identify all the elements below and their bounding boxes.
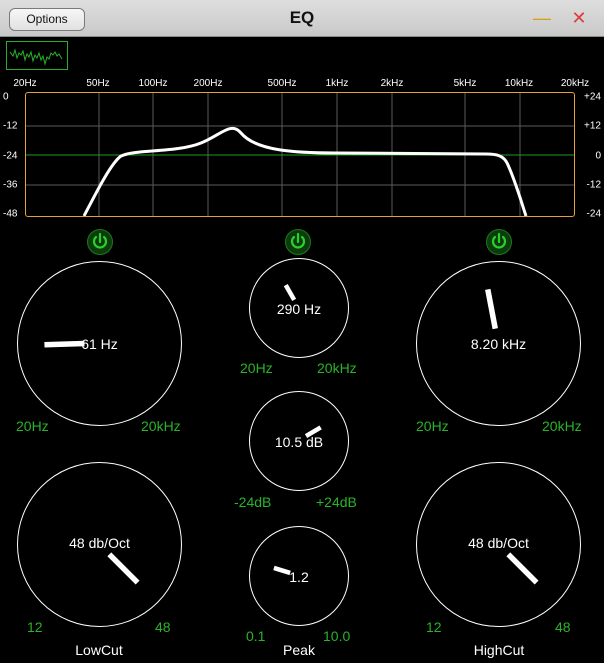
title-bar: Options EQ — ✕ bbox=[0, 0, 604, 37]
freq-label: 20Hz bbox=[13, 78, 37, 89]
db-label-left: 0 bbox=[3, 91, 9, 103]
highcut-slope-knob[interactable]: 48 db/Oct bbox=[416, 462, 581, 627]
highcut-freq-min-label: 20Hz bbox=[416, 418, 449, 434]
db-label-right: -12 bbox=[586, 179, 601, 191]
peak-gain-knob[interactable]: 10.5 dB bbox=[249, 391, 349, 491]
db-label-right: -24 bbox=[586, 208, 601, 220]
freq-label: 50Hz bbox=[86, 78, 110, 89]
freq-label: 20kHz bbox=[560, 78, 590, 89]
lowcut-slope-value: 48 db/Oct bbox=[69, 535, 130, 551]
lowcut-freq-value: 61 Hz bbox=[81, 336, 118, 352]
freq-label: 1kHz bbox=[325, 78, 349, 89]
lowcut-slope-min-label: 12 bbox=[27, 619, 43, 635]
lowcut-slope-max-label: 48 bbox=[155, 619, 171, 635]
highcut-freq-max-label: 20kHz bbox=[542, 418, 582, 434]
peak-freq-min-label: 20Hz bbox=[240, 360, 273, 376]
peak-gain-value: 10.5 dB bbox=[274, 434, 324, 450]
lowcut-label: LowCut bbox=[75, 642, 123, 658]
peak-q-max-label: 10.0 bbox=[323, 628, 351, 644]
response-curve-plot bbox=[26, 93, 574, 216]
response-curve bbox=[82, 126, 528, 216]
spectrum-analyzer-icon bbox=[9, 48, 63, 66]
db-label-left: -36 bbox=[3, 179, 18, 191]
peak-gain-max-label: +24dB bbox=[316, 494, 357, 510]
window-title: EQ bbox=[289, 8, 315, 27]
lowcut-slope-knob[interactable]: 48 db/Oct bbox=[17, 462, 182, 627]
minimize-button[interactable]: — bbox=[533, 9, 551, 27]
peak-q-knob[interactable]: 1.2 bbox=[249, 526, 349, 626]
lowcut-freq-min-label: 20Hz bbox=[16, 418, 49, 434]
freq-label: 5kHz bbox=[453, 78, 477, 89]
highcut-label: HighCut bbox=[473, 642, 525, 658]
highcut-slope-min-label: 12 bbox=[426, 619, 442, 635]
lowcut-bypass-button[interactable] bbox=[87, 229, 113, 255]
db-label-right: 0 bbox=[595, 150, 601, 162]
peak-freq-max-label: 20kHz bbox=[317, 360, 357, 376]
highcut-freq-value: 8.20 kHz bbox=[470, 336, 527, 352]
power-icon bbox=[290, 232, 306, 249]
close-button[interactable]: ✕ bbox=[570, 8, 588, 28]
freq-label: 2kHz bbox=[380, 78, 404, 89]
power-icon bbox=[491, 232, 507, 249]
freq-label: 500Hz bbox=[267, 78, 297, 89]
db-label-right: +12 bbox=[584, 120, 601, 132]
lowcut-freq-max-label: 20kHz bbox=[141, 418, 181, 434]
options-button[interactable]: Options bbox=[9, 8, 85, 31]
analyzer-toggle-button[interactable] bbox=[6, 41, 68, 70]
power-icon bbox=[92, 232, 108, 249]
db-label-right: +24 bbox=[584, 91, 601, 103]
peak-freq-value: 290 Hz bbox=[276, 301, 322, 317]
freq-label: 100Hz bbox=[138, 78, 168, 89]
peak-gain-min-label: -24dB bbox=[234, 494, 272, 510]
peak-bypass-button[interactable] bbox=[285, 229, 311, 255]
peak-label: Peak bbox=[283, 642, 315, 658]
db-label-left: -24 bbox=[3, 150, 18, 162]
peak-q-min-label: 0.1 bbox=[246, 628, 266, 644]
peak-freq-knob[interactable]: 290 Hz bbox=[249, 258, 349, 358]
db-label-left: -12 bbox=[3, 120, 18, 132]
lowcut-freq-knob[interactable]: 61 Hz bbox=[17, 261, 182, 426]
highcut-bypass-button[interactable] bbox=[486, 229, 512, 255]
freq-label: 200Hz bbox=[193, 78, 223, 89]
response-graph[interactable] bbox=[25, 92, 575, 217]
peak-q-value: 1.2 bbox=[289, 569, 309, 585]
highcut-freq-knob[interactable]: 8.20 kHz bbox=[416, 261, 581, 426]
freq-label: 10kHz bbox=[504, 78, 534, 89]
highcut-slope-max-label: 48 bbox=[555, 619, 571, 635]
highcut-slope-value: 48 db/Oct bbox=[468, 535, 529, 551]
db-label-left: -48 bbox=[3, 208, 18, 220]
